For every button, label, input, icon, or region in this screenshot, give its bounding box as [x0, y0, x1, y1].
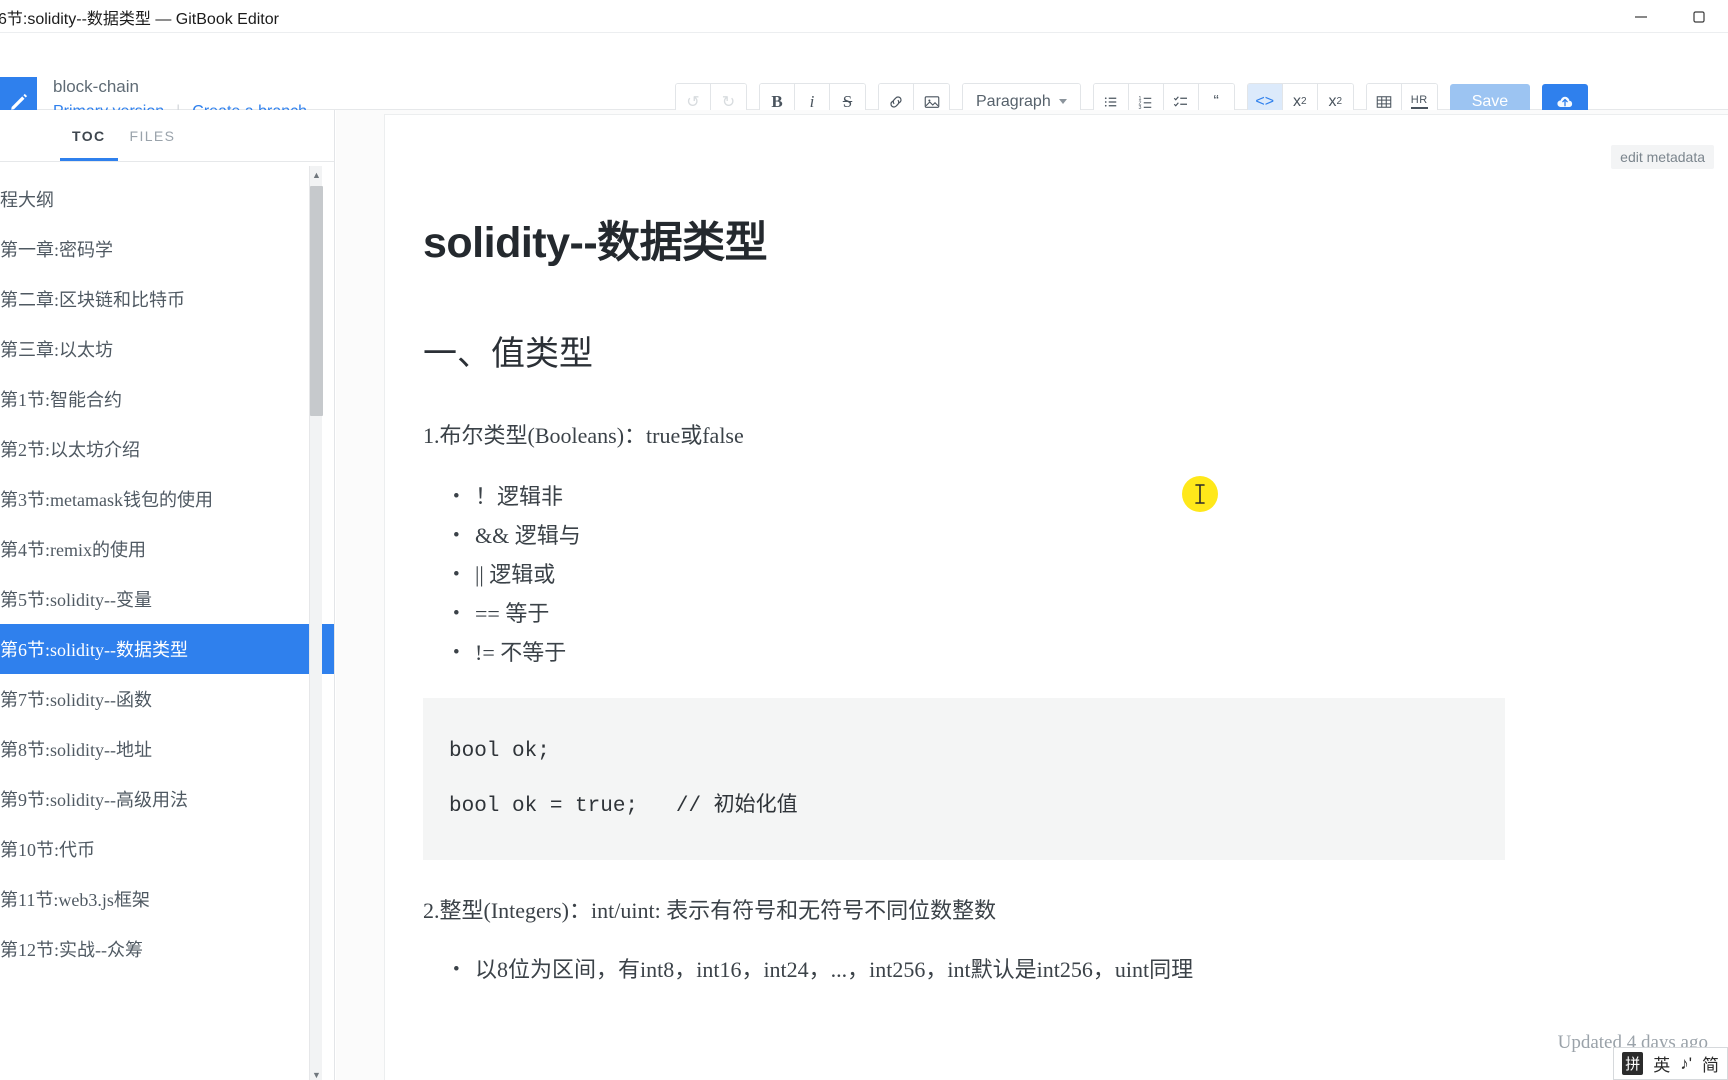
window-controls	[1612, 0, 1728, 33]
bullet-list-integers: 以8位为区间，有int8，int16，int24，...，int256，int默…	[423, 950, 1603, 989]
sidebar-item-0[interactable]: 程大纲	[0, 174, 334, 224]
sidebar-item-11[interactable]: 第8节:solidity--地址	[0, 724, 334, 774]
maximize-icon[interactable]	[1670, 0, 1728, 33]
code-line-2: bool ok = true; // 初始化值	[449, 795, 798, 818]
half-width-icon[interactable]: ♪'	[1680, 1054, 1692, 1074]
sidebar-item-10[interactable]: 第7节:solidity--函数	[0, 674, 334, 724]
scroll-up-arrow-icon[interactable]: ▲	[310, 166, 323, 184]
book-name: block-chain	[53, 77, 139, 96]
subscript-sub: 2	[1300, 96, 1307, 107]
sidebar-scroll-thumb[interactable]	[310, 186, 323, 416]
sidebar-item-2[interactable]: 第二章:区块链和比特币	[0, 274, 334, 324]
sidebar-scrollbar[interactable]: ▲ ▼	[309, 166, 323, 1080]
sidebar-item-6[interactable]: 第3节:metamask钱包的使用	[0, 474, 334, 524]
paragraph-style-label: Paragraph	[976, 92, 1051, 110]
title-bar: 6节:solidity--数据类型 — GitBook Editor	[0, 0, 1728, 33]
list-item: ！逻辑非	[453, 477, 1603, 516]
tab-files[interactable]: FILES	[118, 110, 188, 161]
gitbook-editor-window: 6节:solidity--数据类型 — GitBook Editor block…	[0, 0, 1728, 1080]
ime-status-bar[interactable]: 拼 英 ♪' 简	[1613, 1047, 1728, 1080]
subscript-base: x	[1292, 92, 1301, 110]
list-item: == 等于	[453, 594, 1603, 633]
sidebar-item-15[interactable]: 第12节:实战--众筹	[0, 924, 334, 974]
sidebar-item-12[interactable]: 第9节:solidity--高级用法	[0, 774, 334, 824]
text-cursor-icon	[1182, 476, 1218, 512]
sidebar-item-8[interactable]: 第5节:solidity--变量	[0, 574, 334, 624]
sidebar-item-1[interactable]: 第一章:密码学	[0, 224, 334, 274]
list-item: != 不等于	[453, 633, 1603, 672]
sidebar-item-3[interactable]: 第三章:以太坊	[0, 324, 334, 374]
sidebar: TOC FILES 程大纲 第一章:密码学 第二章:区块链和比特币 第三章:以太…	[0, 110, 335, 1080]
bullet-list-operators: ！逻辑非 && 逻辑与 || 逻辑或 == 等于 != 不等于	[423, 477, 1603, 672]
toc-list: 程大纲 第一章:密码学 第二章:区块链和比特币 第三章:以太坊 第1节:智能合约…	[0, 162, 334, 1080]
list-item: || 逻辑或	[453, 555, 1603, 594]
bold-label: B	[771, 91, 783, 111]
superscript-sup: 2	[1336, 96, 1342, 107]
paragraph-integers: 2.整型(Integers)：int/uint: 表示有符号和无符号不同位数整数	[423, 898, 997, 923]
code-line-1: bool ok;	[449, 740, 550, 763]
document-page[interactable]: edit metadata solidity--数据类型 一、值类型 1.布尔类…	[384, 114, 1728, 1080]
sidebar-item-7[interactable]: 第4节:remix的使用	[0, 524, 334, 574]
list-item: && 逻辑与	[453, 516, 1603, 555]
code-block-bool[interactable]: bool ok; bool ok = true; // 初始化值	[423, 698, 1505, 860]
page-title: solidity--数据类型	[423, 219, 768, 267]
ime-punctuation[interactable]: 简	[1702, 1051, 1719, 1076]
tab-toc[interactable]: TOC	[60, 110, 118, 161]
strikethrough-label: S	[842, 91, 853, 111]
ime-mode-key[interactable]: 拼	[1622, 1052, 1644, 1075]
scroll-down-arrow-icon[interactable]: ▼	[310, 1066, 323, 1080]
minimize-icon[interactable]	[1612, 0, 1670, 33]
sidebar-item-5[interactable]: 第2节:以太坊介绍	[0, 424, 334, 474]
superscript-base: x	[1328, 92, 1337, 110]
chevron-down-icon	[1058, 99, 1067, 104]
app-header: block-chain Primary version | Create a b…	[0, 33, 1728, 124]
sidebar-item-13[interactable]: 第10节:代币	[0, 824, 334, 874]
list-item: 以8位为区间，有int8，int16，int24，...，int256，int默…	[453, 950, 1603, 989]
sidebar-item-9-selected[interactable]: 第6节:solidity--数据类型	[0, 624, 334, 674]
hr-label: HR	[1410, 94, 1428, 109]
editor-area: edit metadata solidity--数据类型 一、值类型 1.布尔类…	[336, 110, 1728, 1080]
document-body[interactable]: solidity--数据类型 一、值类型 1.布尔类型(Booleans)：tr…	[423, 215, 1603, 989]
sidebar-item-14[interactable]: 第11节:web3.js框架	[0, 874, 334, 924]
edit-metadata-button[interactable]: edit metadata	[1611, 145, 1714, 169]
section-heading: 一、值类型	[423, 336, 593, 373]
paragraph-booleans: 1.布尔类型(Booleans)：true或false	[423, 423, 744, 448]
italic-label: i	[809, 91, 815, 111]
window-title: 6节:solidity--数据类型 — GitBook Editor	[0, 11, 279, 28]
ime-language[interactable]: 英	[1653, 1051, 1670, 1076]
sidebar-tabs: TOC FILES	[0, 110, 334, 162]
sidebar-item-4[interactable]: 第1节:智能合约	[0, 374, 334, 424]
